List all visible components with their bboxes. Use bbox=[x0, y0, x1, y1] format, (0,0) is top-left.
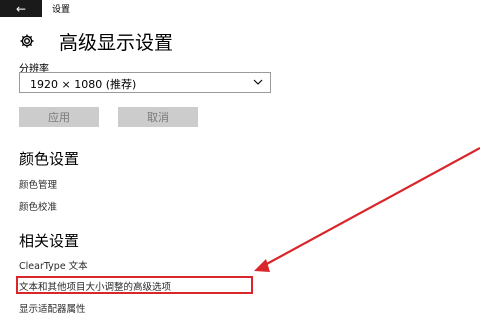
display-adapter-properties-link[interactable]: 显示适配器属性 bbox=[19, 301, 86, 315]
color-calibration-link[interactable]: 颜色校准 bbox=[19, 199, 57, 213]
highlight-box bbox=[16, 276, 253, 294]
resolution-dropdown[interactable]: 1920 × 1080 (推荐) bbox=[19, 72, 271, 93]
gear-icon bbox=[20, 34, 34, 48]
apply-button[interactable]: 应用 bbox=[19, 107, 99, 127]
cleartype-text-link[interactable]: ClearType 文本 bbox=[19, 258, 88, 272]
related-settings-heading: 相关设置 bbox=[19, 232, 80, 250]
back-button[interactable]: ← bbox=[0, 0, 42, 17]
color-management-link[interactable]: 颜色管理 bbox=[19, 177, 57, 191]
window-title: 设置 bbox=[52, 5, 71, 15]
title-bar: ← 设置 bbox=[0, 0, 480, 17]
page-title: 高级显示设置 bbox=[59, 32, 174, 54]
color-settings-heading: 颜色设置 bbox=[19, 150, 80, 168]
arrow-left-icon: ← bbox=[15, 1, 27, 16]
chevron-down-icon bbox=[253, 79, 263, 85]
cancel-button[interactable]: 取消 bbox=[118, 107, 198, 127]
resolution-value: 1920 × 1080 (推荐) bbox=[30, 78, 137, 91]
